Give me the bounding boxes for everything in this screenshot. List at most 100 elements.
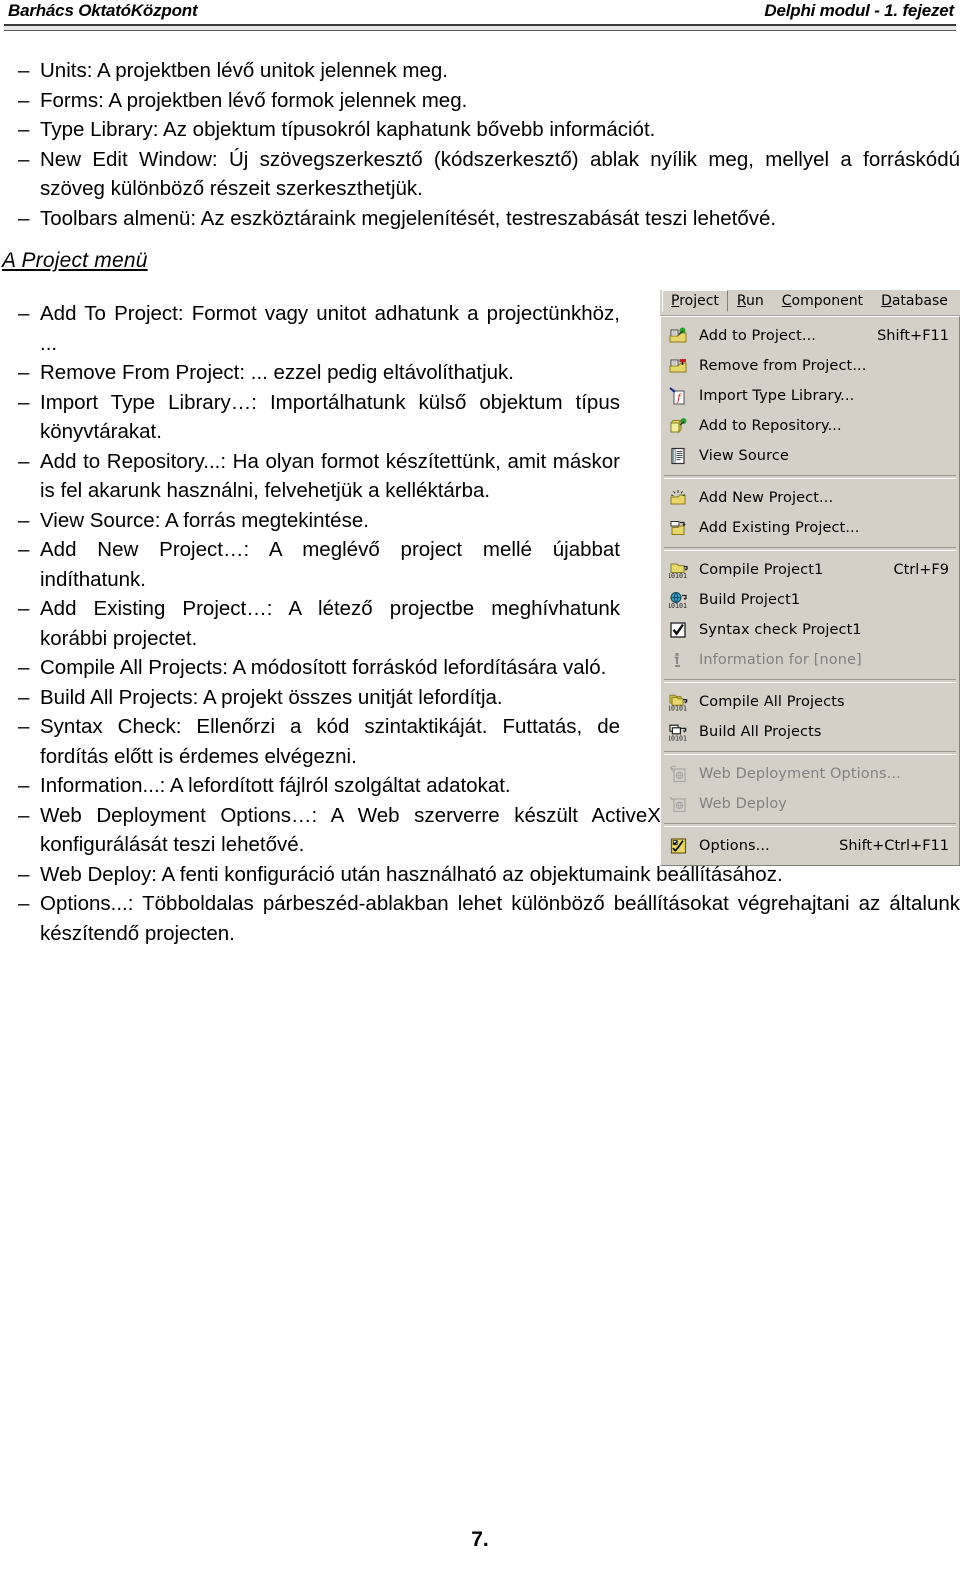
menubar-item-label: omponent bbox=[791, 293, 864, 309]
build-all-icon: 10101 bbox=[669, 723, 688, 741]
menu-item-build-project1[interactable]: 10101 Build Project1 bbox=[661, 585, 959, 615]
menu-item-remove-from-project[interactable]: Remove from Project... bbox=[661, 351, 959, 381]
menu-item-label: Import Type Library... bbox=[699, 388, 855, 404]
menu-item-label: Remove from Project... bbox=[699, 358, 867, 374]
bullet-dash-icon: – bbox=[18, 206, 30, 230]
menu-item-syntax-check-project1[interactable]: Syntax check Project1 bbox=[661, 615, 959, 645]
list-item: – Options...: Többoldalas párbeszéd-ablak… bbox=[0, 889, 960, 948]
menubar-item-label: roject bbox=[679, 293, 719, 309]
menu-item-add-to-project[interactable]: Add to Project... Shift+F11 bbox=[661, 321, 959, 351]
header-right-title: Delphi modul - 1. fejezet bbox=[764, 1, 954, 20]
bullet-dash-icon: – bbox=[18, 147, 30, 171]
bullet-dash-icon: – bbox=[18, 862, 30, 886]
list-item: – Add Existing Project…: A létező project… bbox=[0, 594, 620, 653]
header-divider-rule bbox=[4, 24, 956, 31]
menubar-item-run[interactable]: Run bbox=[728, 290, 773, 312]
list-item: – Information...: A lefordított fájlról s… bbox=[0, 771, 620, 801]
list-item-text: Import Type Library…: Importálhatunk kül… bbox=[40, 390, 620, 444]
list-item-text: Type Library: Az objektum típusokról kap… bbox=[40, 118, 656, 141]
list-item: – Import Type Library…: Importálhatunk kü… bbox=[0, 388, 620, 447]
list-item: – Units: A projektben lévő unitok jelenne… bbox=[0, 56, 960, 86]
list-item-text: New Edit Window: Új szövegszerkesztő (kó… bbox=[40, 147, 960, 201]
menu-item-options[interactable]: Options... Shift+Ctrl+F11 bbox=[661, 831, 959, 861]
menu-item-label: Syntax check Project1 bbox=[699, 622, 862, 638]
page-header: Barhács OktatóKözpont Delphi modul - 1. … bbox=[0, 0, 960, 34]
menu-item-label: View Source bbox=[699, 448, 789, 464]
project-menu-bullet-list: – Add To Project: Formot vagy unitot adha… bbox=[0, 299, 620, 801]
svg-text:10101: 10101 bbox=[669, 602, 687, 609]
menubar-accel-letter: C bbox=[781, 293, 792, 309]
repository-add-icon bbox=[669, 417, 688, 435]
existing-project-icon bbox=[669, 519, 688, 537]
menu-item-build-all-projects[interactable]: 10101 Build All Projects bbox=[661, 717, 959, 747]
bullet-dash-icon: – bbox=[18, 597, 30, 620]
menu-item-label: Web Deployment Options... bbox=[699, 766, 901, 782]
list-item-text: Options...: Többoldalas párbeszéd-ablakb… bbox=[40, 892, 960, 945]
delphi-project-menu-screenshot: Project Run Component Database Add to Proje… bbox=[660, 290, 960, 866]
list-item: – Type Library: Az objektum típusokról ka… bbox=[0, 115, 960, 145]
list-item-text: Add Existing Project…: A létező projectb… bbox=[40, 597, 620, 650]
list-item: – Syntax Check: Ellenőrzi a kód szintakti… bbox=[0, 712, 620, 771]
list-item: – Toolbars almenü: Az eszköztáraink megje… bbox=[0, 204, 960, 234]
list-item-text: Add to Repository...: Ha olyan formot ké… bbox=[40, 449, 620, 503]
list-item-text: Syntax Check: Ellenőrzi a kód szintaktik… bbox=[40, 715, 620, 768]
menu-separator bbox=[664, 823, 956, 827]
menu-item-information-for-none: Information for [none] bbox=[661, 645, 959, 675]
list-item: – Compile All Projects: A módosított forr… bbox=[0, 653, 620, 683]
menu-item-add-new-project[interactable]: Add New Project... bbox=[661, 483, 959, 513]
svg-text:10101: 10101 bbox=[669, 572, 687, 579]
menu-item-label: Add to Repository... bbox=[699, 418, 842, 434]
menubar-item-component[interactable]: Component bbox=[773, 290, 872, 312]
header-left-title: Barhács OktatóKözpont bbox=[8, 1, 198, 20]
compile-all-icon: 10101 bbox=[669, 693, 688, 711]
bullet-dash-icon: – bbox=[18, 803, 30, 827]
bullet-dash-icon: – bbox=[18, 390, 30, 414]
list-item: – Add New Project…: A meglévő project mel… bbox=[0, 535, 620, 594]
menu-item-add-existing-project[interactable]: Add Existing Project... bbox=[661, 513, 959, 543]
menu-item-compile-all-projects[interactable]: 10101 Compile All Projects bbox=[661, 687, 959, 717]
menu-item-label: Add New Project... bbox=[699, 490, 834, 506]
bullet-dash-icon: – bbox=[18, 774, 30, 797]
document-lines-icon bbox=[669, 447, 688, 465]
menu-item-import-type-library[interactable]: f Import Type Library... bbox=[661, 381, 959, 411]
list-item-text: Units: A projektben lévő unitok jelennek… bbox=[40, 59, 448, 82]
new-project-icon bbox=[669, 489, 688, 507]
list-item: – Add to Repository...: Ha olyan formot k… bbox=[0, 447, 620, 506]
menu-item-compile-project1[interactable]: 10101 Compile Project1 Ctrl+F9 bbox=[661, 555, 959, 585]
menu-item-label: Compile All Projects bbox=[699, 694, 845, 710]
list-item-text: View Source: A forrás megtekintése. bbox=[40, 508, 369, 532]
menu-item-add-to-repository[interactable]: Add to Repository... bbox=[661, 411, 959, 441]
folder-add-green-icon bbox=[669, 327, 688, 345]
list-item-text: Compile All Projects: A módosított forrá… bbox=[40, 656, 607, 679]
list-item-text: Information...: A lefordított fájlról sz… bbox=[40, 774, 511, 797]
menu-item-shortcut: Shift+F11 bbox=[877, 328, 949, 344]
list-item: – Add To Project: Formot vagy unitot adha… bbox=[0, 299, 620, 358]
list-item: – Forms: A projektben lévő formok jelenne… bbox=[0, 86, 960, 116]
menubar-item-project[interactable]: Project bbox=[662, 290, 728, 312]
menu-item-view-source[interactable]: View Source bbox=[661, 441, 959, 471]
menu-item-label: Web Deploy bbox=[699, 796, 787, 812]
list-item: – Build All Projects: A projekt összes un… bbox=[0, 683, 620, 713]
menu-separator bbox=[664, 547, 956, 551]
menubar-item-label: atabase bbox=[891, 293, 948, 309]
folder-remove-red-icon bbox=[669, 357, 688, 375]
list-item: – View Source: A forrás megtekintése. bbox=[0, 506, 620, 536]
top-bullet-list: – Units: A projektben lévő unitok jelenne… bbox=[0, 56, 960, 233]
menu-item-shortcut: Shift+Ctrl+F11 bbox=[839, 838, 949, 854]
menu-item-label: Build All Projects bbox=[699, 724, 822, 740]
web-deployment-options-icon bbox=[669, 765, 688, 783]
menubar-item-database[interactable]: Database bbox=[872, 290, 957, 312]
menu-item-label: Build Project1 bbox=[699, 592, 801, 608]
list-item: – Remove From Project: ... ezzel pedig el… bbox=[0, 358, 620, 388]
information-icon bbox=[669, 651, 688, 669]
menu-item-shortcut: Ctrl+F9 bbox=[893, 562, 949, 578]
menubar-accel-letter: P bbox=[671, 293, 680, 309]
bullet-dash-icon: – bbox=[18, 508, 30, 532]
options-checklist-icon bbox=[669, 837, 688, 855]
compile-project-icon: 10101 bbox=[669, 561, 688, 579]
bullet-dash-icon: – bbox=[18, 361, 30, 384]
list-item-text: Build All Projects: A projekt összes uni… bbox=[40, 685, 503, 709]
bullet-dash-icon: – bbox=[18, 59, 30, 82]
svg-text:10101: 10101 bbox=[669, 704, 687, 711]
menu-item-label: Compile Project1 bbox=[699, 562, 824, 578]
